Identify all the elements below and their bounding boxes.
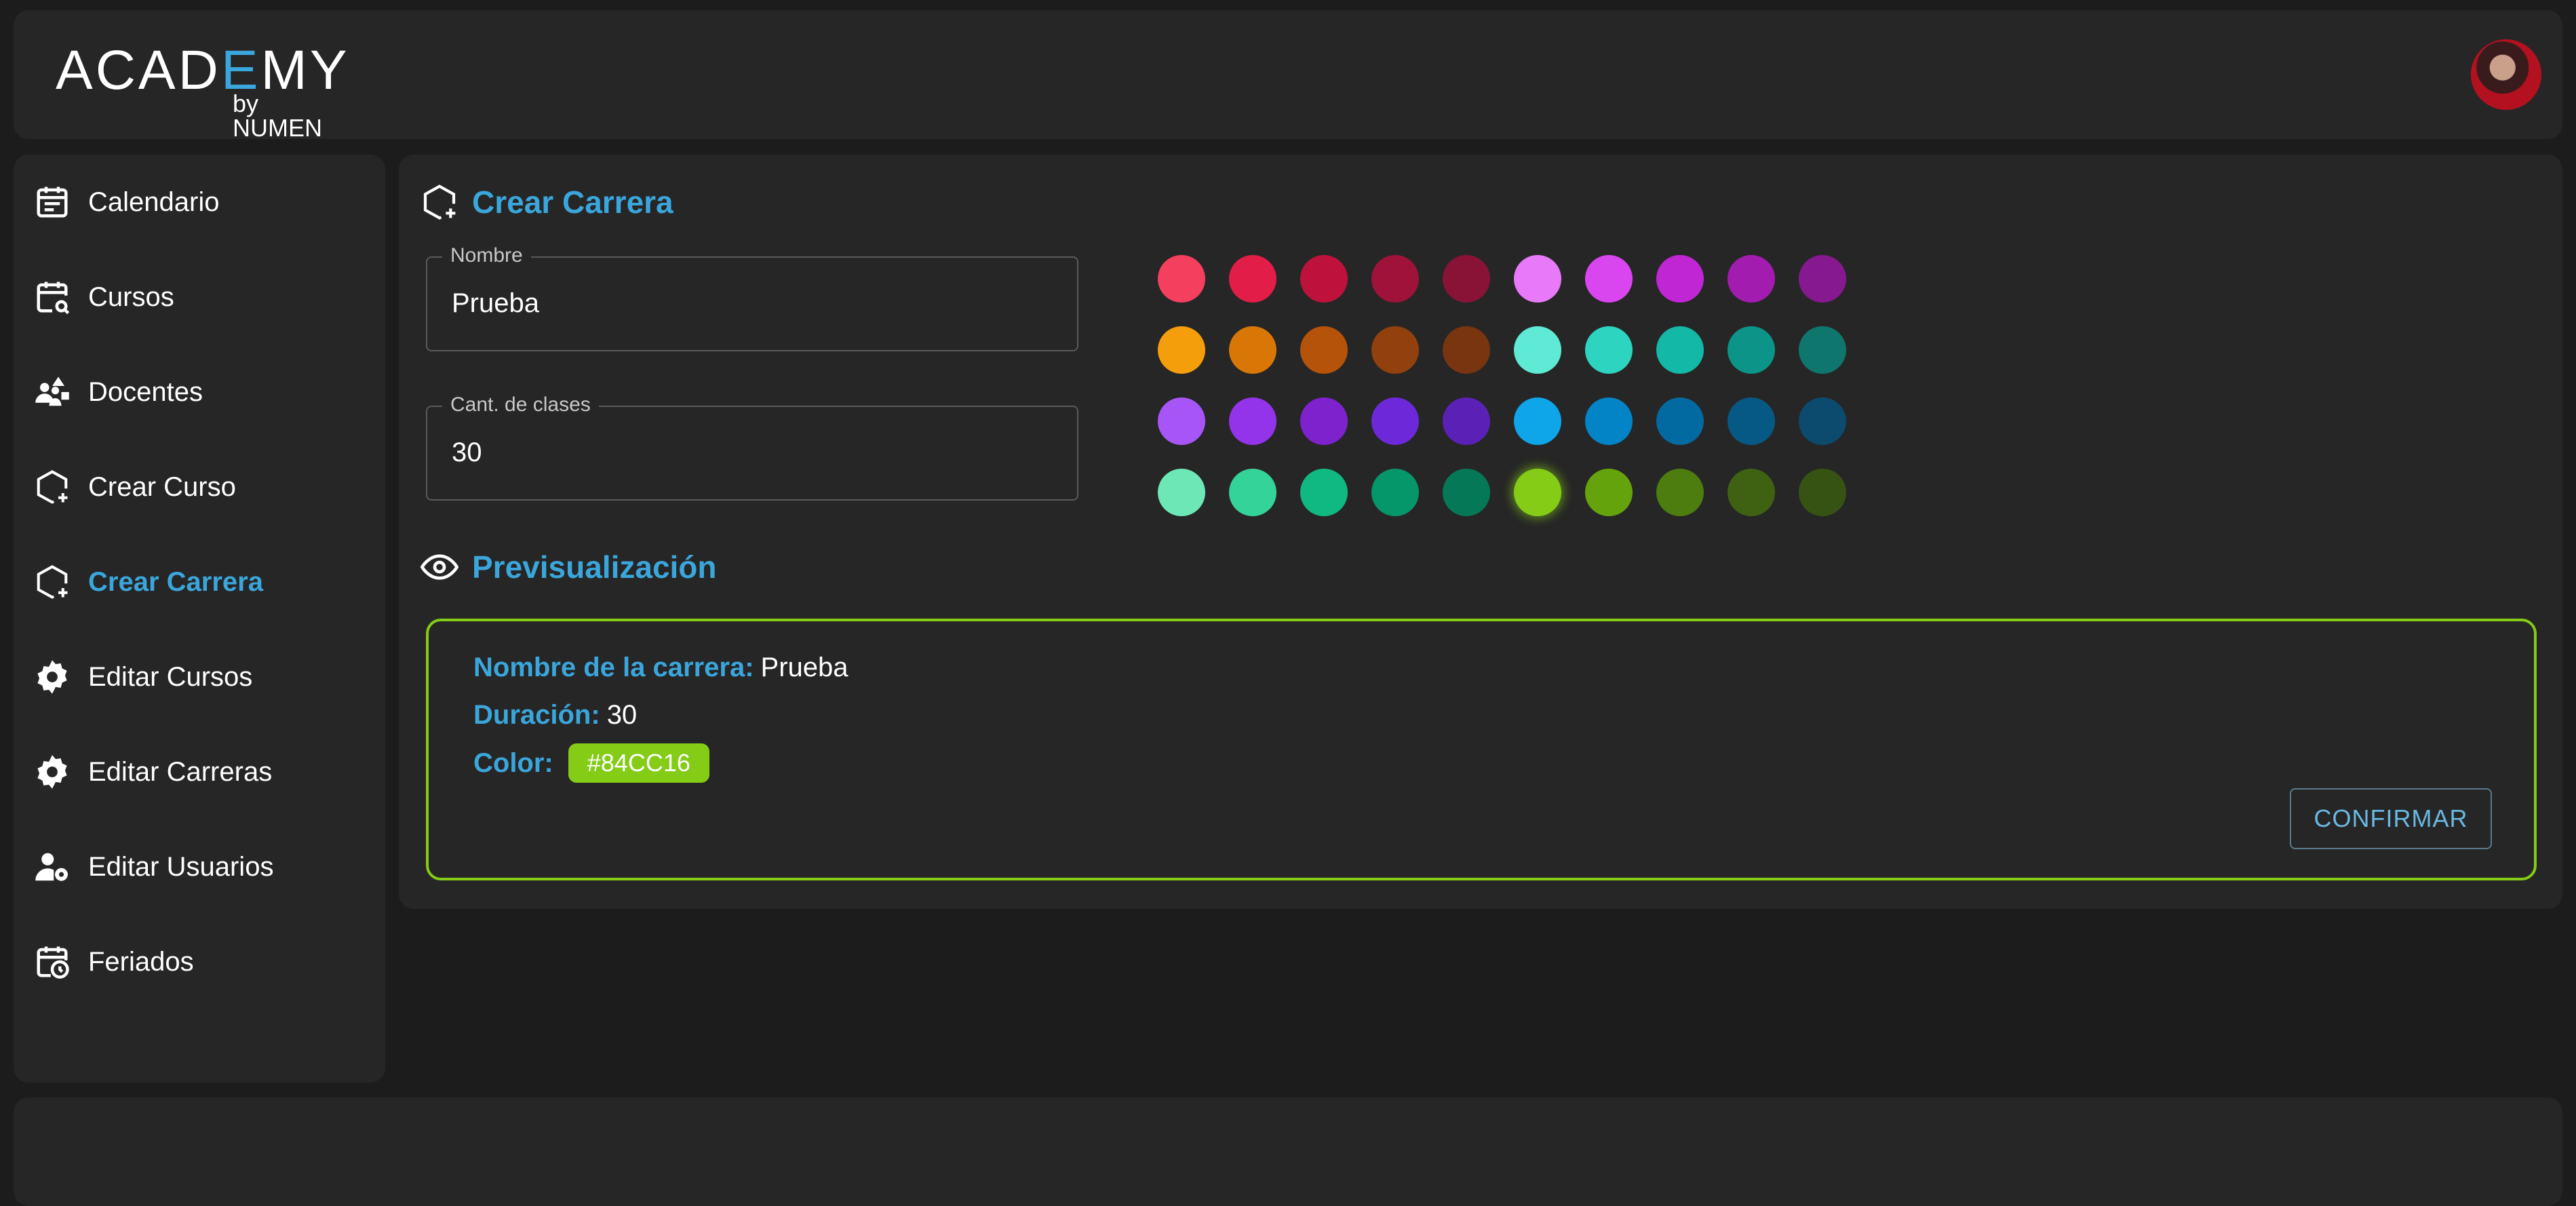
color-swatch[interactable] — [1514, 326, 1561, 374]
color-swatch[interactable] — [1514, 397, 1561, 445]
preview-nombre-key: Nombre de la carrera: — [473, 653, 754, 682]
nombre-field: Nombre — [426, 244, 1078, 351]
sidebar-item-label: Editar Cursos — [88, 661, 253, 692]
color-swatch[interactable] — [1585, 469, 1633, 516]
preview-heading: Previsualización — [421, 548, 717, 586]
color-swatch[interactable] — [1443, 326, 1490, 374]
color-swatch[interactable] — [1799, 469, 1846, 516]
color-swatch[interactable] — [1656, 255, 1704, 303]
sidebar-item-crear-curso[interactable]: Crear Curso — [34, 453, 373, 521]
color-swatch[interactable] — [1799, 255, 1846, 303]
color-swatch[interactable] — [1799, 326, 1846, 374]
color-swatch[interactable] — [1158, 326, 1205, 374]
color-swatch[interactable] — [1371, 326, 1419, 374]
color-swatch[interactable] — [1300, 469, 1348, 516]
confirm-button[interactable]: CONFIRMAR — [2290, 788, 2492, 849]
preview-nombre-value: Prueba — [760, 653, 848, 682]
preview-card: Nombre de la carrera: Prueba Duración: 3… — [426, 619, 2537, 880]
preview-color-key: Color: — [473, 747, 553, 778]
sidebar-item-label: Docentes — [88, 376, 203, 407]
sidebar-item-crear-carrera[interactable]: Crear Carrera — [34, 548, 373, 616]
color-swatch[interactable] — [1514, 469, 1561, 516]
color-swatch[interactable] — [1514, 255, 1561, 303]
preview-duracion-row: Duración: 30 — [473, 700, 637, 731]
sidebar-item-label: Crear Carrera — [88, 566, 263, 597]
sidebar-item-label: Feriados — [88, 946, 194, 977]
sidebar-item-label: Editar Usuarios — [88, 851, 274, 882]
sidebar-item-calendario[interactable]: Calendario — [34, 168, 373, 236]
page-title: Crear Carrera — [472, 184, 674, 220]
color-swatch[interactable] — [1371, 469, 1419, 516]
color-swatch[interactable] — [1728, 326, 1775, 374]
color-swatch[interactable] — [1158, 469, 1205, 516]
nombre-label: Nombre — [442, 244, 531, 267]
gear-icon — [34, 659, 71, 695]
color-swatch[interactable] — [1443, 397, 1490, 445]
color-swatch[interactable] — [1158, 255, 1205, 303]
preview-nombre-row: Nombre de la carrera: Prueba — [473, 653, 848, 683]
color-swatch[interactable] — [1799, 397, 1846, 445]
footer — [14, 1097, 2562, 1206]
color-swatch[interactable] — [1300, 255, 1348, 303]
color-swatch[interactable] — [1158, 397, 1205, 445]
clases-field: Cant. de clases — [426, 393, 1078, 501]
sidebar-item-label: Calendario — [88, 187, 220, 217]
color-swatch[interactable] — [1656, 326, 1704, 374]
sidebar: Calendario Cursos Docentes Crear Curso C… — [14, 155, 385, 1083]
sidebar-item-cursos[interactable]: Cursos — [34, 263, 373, 331]
preview-duracion-value: 30 — [606, 700, 638, 730]
hexagon-plus-icon — [34, 469, 71, 505]
hexagon-plus-icon — [421, 183, 458, 221]
sidebar-item-feriados[interactable]: Feriados — [34, 928, 373, 996]
color-swatch[interactable] — [1728, 255, 1775, 303]
sidebar-item-editar-cursos[interactable]: Editar Cursos — [34, 643, 373, 711]
color-swatch[interactable] — [1443, 469, 1490, 516]
color-swatch[interactable] — [1656, 397, 1704, 445]
color-swatch[interactable] — [1443, 255, 1490, 303]
preview-title: Previsualización — [472, 549, 717, 585]
nombre-input[interactable] — [450, 281, 1050, 326]
hexagon-plus-icon — [34, 564, 71, 600]
sidebar-item-editar-usuarios[interactable]: Editar Usuarios — [34, 833, 373, 901]
calendar-icon — [34, 184, 71, 220]
color-swatch[interactable] — [1300, 326, 1348, 374]
color-swatch[interactable] — [1585, 255, 1633, 303]
color-swatch[interactable] — [1229, 255, 1276, 303]
color-swatch[interactable] — [1728, 397, 1775, 445]
color-swatch[interactable] — [1229, 326, 1276, 374]
color-swatch[interactable] — [1585, 326, 1633, 374]
color-badge: #84CC16 — [568, 743, 709, 783]
calendar-clock-icon — [34, 944, 71, 980]
sidebar-item-label: Cursos — [88, 281, 174, 312]
color-swatch[interactable] — [1656, 469, 1704, 516]
color-swatch[interactable] — [1300, 397, 1348, 445]
academy-logo[interactable]: ACADEMY by NUMEN — [41, 35, 347, 140]
preview-color-row: Color: #84CC16 — [473, 743, 709, 783]
preview-duracion-key: Duración: — [473, 700, 600, 730]
sidebar-item-editar-carreras[interactable]: Editar Carreras — [34, 738, 373, 806]
crear-carrera-heading: Crear Carrera — [421, 183, 674, 221]
user-gear-icon — [34, 849, 71, 885]
color-swatch[interactable] — [1229, 469, 1276, 516]
calendar-search-icon — [34, 279, 71, 315]
logo-wordmark: ACADEMY — [56, 39, 350, 101]
clases-label: Cant. de clases — [442, 393, 599, 416]
color-swatch[interactable] — [1728, 469, 1775, 516]
sidebar-item-docentes[interactable]: Docentes — [34, 358, 373, 426]
top-header: ACADEMY by NUMEN — [14, 10, 2562, 140]
color-swatch[interactable] — [1585, 397, 1633, 445]
people-shapes-icon — [34, 374, 71, 410]
eye-icon — [421, 548, 458, 586]
color-swatch[interactable] — [1229, 397, 1276, 445]
sidebar-item-label: Editar Carreras — [88, 756, 273, 787]
clases-input[interactable] — [450, 430, 1050, 475]
color-swatch[interactable] — [1371, 255, 1419, 303]
sidebar-item-label: Crear Curso — [88, 471, 236, 502]
gear-icon — [34, 754, 71, 790]
avatar[interactable] — [2471, 39, 2541, 110]
logo-subtitle: by NUMEN — [233, 90, 322, 142]
color-swatch[interactable] — [1371, 397, 1419, 445]
